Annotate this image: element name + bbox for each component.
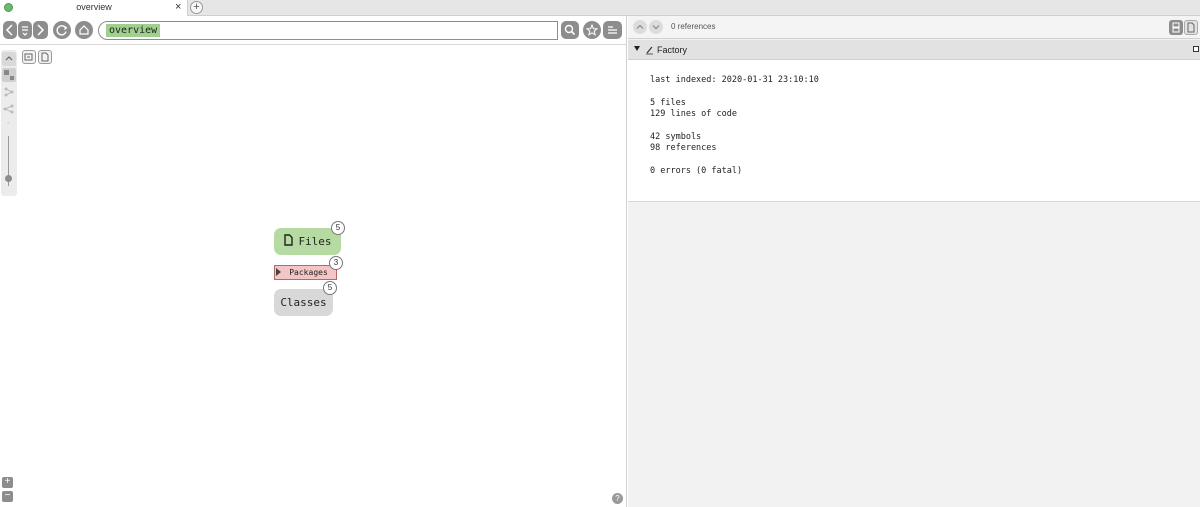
tab-overview[interactable]: overview × [0, 0, 188, 16]
maximize-icon[interactable] [1193, 46, 1199, 52]
search-input[interactable]: overview [98, 21, 558, 40]
dependency-icon [3, 104, 14, 114]
refresh-button[interactable] [53, 21, 71, 39]
graph-node-files-count: 5 [331, 221, 345, 235]
zoom-in-button[interactable]: + [2, 477, 13, 488]
next-reference-button[interactable] [649, 20, 663, 34]
depth-slider-max-icon: ◦ [7, 120, 10, 127]
tab-title: overview [76, 2, 112, 12]
search-token[interactable]: overview [106, 24, 161, 37]
expand-icon [24, 53, 33, 61]
layout-grouping-button[interactable] [2, 68, 16, 82]
snippet-list-icon [1172, 22, 1180, 33]
code-pane: 0 references Factory last indexed: 2020-… [628, 16, 1200, 507]
bookmarks-list-icon [608, 26, 617, 34]
search-icon [564, 24, 576, 36]
tab-bar: overview × + [0, 0, 1200, 16]
graph-toolbar: ◦ [1, 50, 17, 196]
snippet-view-button[interactable] [1169, 20, 1183, 35]
collapse-triangle-icon[interactable] [634, 46, 640, 51]
symbol-count-text: 42 symbols [650, 132, 702, 142]
document-icon [1187, 22, 1195, 33]
graph-node-classes-count: 5 [323, 281, 337, 295]
history-list-icon [22, 26, 28, 36]
star-icon [585, 23, 599, 36]
previous-reference-button[interactable] [633, 20, 647, 34]
navigation-bar: overview [0, 16, 627, 45]
zoom-out-button[interactable]: − [2, 491, 13, 502]
help-button[interactable]: ? [612, 493, 623, 504]
graph-node-packages[interactable]: Packages [274, 265, 337, 280]
graph-node-classes-label: Classes [280, 296, 327, 309]
chevron-up-icon [5, 56, 13, 61]
forward-button[interactable] [33, 21, 48, 39]
home-button[interactable] [75, 21, 93, 39]
project-section-header[interactable]: Factory [628, 40, 1200, 60]
reference-total-text: 98 references [650, 143, 717, 153]
graph-pane: overview ◦ Files 5 Packages 3 Classes 5 … [0, 16, 627, 507]
chevron-down-icon [652, 25, 660, 30]
trail-icon [4, 87, 14, 97]
reference-count: 0 references [671, 22, 716, 31]
error-count-text: 0 errors (0 fatal) [650, 166, 743, 176]
graph-node-packages-label: Packages [289, 268, 328, 277]
line-count-text: 129 lines of code [650, 109, 737, 119]
pencil-icon [646, 46, 653, 55]
last-indexed-text: last indexed: 2020-01-31 23:10:10 [650, 75, 819, 85]
search-button[interactable] [561, 21, 579, 39]
chevron-up-icon [636, 24, 644, 29]
expand-triangle-icon[interactable] [276, 268, 281, 276]
project-info-panel: last indexed: 2020-01-31 23:10:10 5 file… [628, 60, 1200, 202]
bookmark-button[interactable] [583, 21, 601, 39]
graph-node-packages-count: 3 [329, 256, 343, 270]
back-button[interactable] [3, 21, 17, 39]
group-layout-icon [4, 70, 14, 80]
trail-layout-button[interactable] [2, 85, 16, 99]
project-title: Factory [657, 45, 688, 55]
home-icon [79, 25, 89, 35]
file-view-button[interactable] [1184, 20, 1198, 35]
save-image-button[interactable] [38, 50, 52, 64]
graph-node-classes[interactable]: Classes [274, 289, 333, 316]
refresh-icon [56, 25, 68, 36]
dependency-layout-button[interactable] [2, 102, 16, 116]
collapse-toolbar-button[interactable] [2, 52, 16, 66]
chevron-left-icon [5, 24, 13, 36]
new-tab-button[interactable]: + [190, 1, 203, 14]
chevron-right-icon [37, 24, 45, 36]
graph-node-files[interactable]: Files [274, 228, 341, 255]
reference-navigation-bar: 0 references [628, 16, 1200, 39]
file-icon [284, 234, 294, 246]
document-icon [41, 52, 49, 62]
history-button[interactable] [18, 21, 32, 39]
file-count-text: 5 files [650, 98, 686, 108]
graph-node-files-label: Files [298, 235, 332, 248]
bookmarks-menu-button[interactable] [603, 21, 622, 39]
expand-all-button[interactable] [22, 50, 36, 64]
depth-slider-handle[interactable] [5, 175, 12, 182]
tab-close-icon[interactable]: × [175, 1, 181, 13]
